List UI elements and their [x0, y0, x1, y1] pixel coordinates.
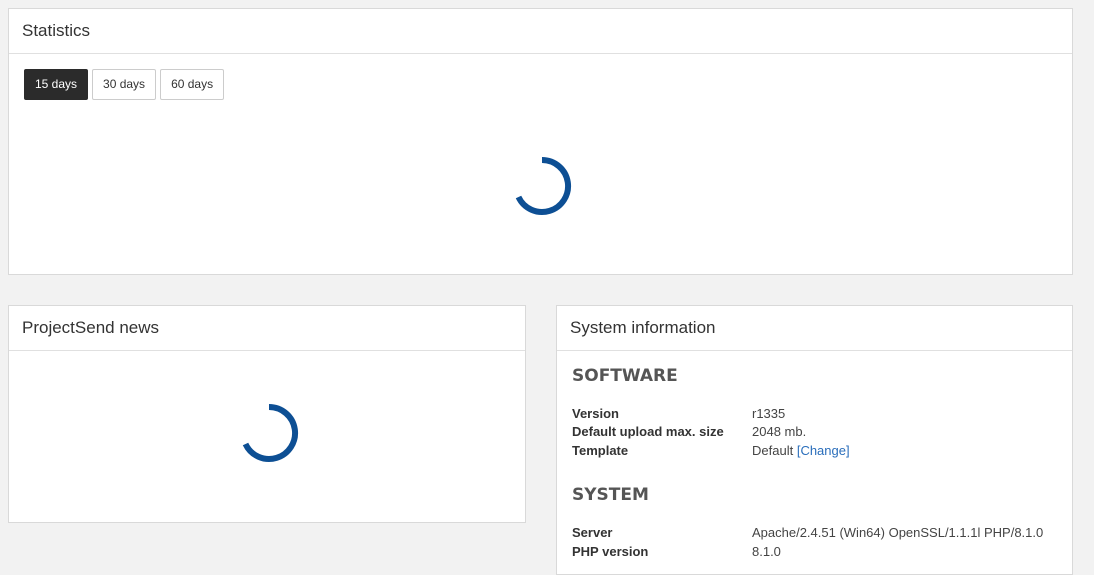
info-row-server: Server Apache/2.4.51 (Win64) OpenSSL/1.1…: [572, 523, 1062, 542]
info-value: 8.1.0: [752, 544, 781, 559]
info-row-php-version: PHP version 8.1.0: [572, 542, 1062, 561]
system-heading: SYSTEM: [572, 485, 649, 505]
info-row-version: Version r1335: [572, 404, 1062, 423]
info-value: Default: [752, 443, 794, 458]
info-value: r1335: [752, 406, 786, 421]
info-label: Template: [572, 443, 629, 458]
info-label: Default upload max. size: [572, 424, 724, 439]
news-panel: ProjectSend news: [8, 305, 526, 523]
loading-spinner-icon: [242, 403, 299, 462]
info-row-upload-size: Default upload max. size 2048 mb.: [572, 422, 1062, 441]
system-information-panel: System information SOFTWARE Version r133…: [556, 305, 1073, 575]
news-title: ProjectSend news: [9, 306, 525, 351]
info-value: 2048 mb.: [752, 424, 807, 439]
statistics-panel: Statistics 15 days 30 days 60 days: [8, 8, 1073, 275]
range-15-days-button[interactable]: 15 days: [24, 69, 89, 100]
loading-spinner-icon: [515, 156, 572, 215]
info-label: PHP version: [572, 544, 649, 559]
system-information-title: System information: [557, 306, 1072, 351]
info-label: Version: [572, 406, 619, 421]
software-heading: SOFTWARE: [572, 366, 678, 386]
change-template-link[interactable]: [Change]: [797, 443, 850, 458]
date-range-buttons: 15 days 30 days 60 days: [24, 69, 225, 100]
range-60-days-button[interactable]: 60 days: [160, 69, 225, 100]
info-row-template: Template Default [Change]: [572, 441, 1062, 460]
info-value: Apache/2.4.51 (Win64) OpenSSL/1.1.1l PHP…: [752, 525, 1044, 540]
statistics-title: Statistics: [9, 9, 1072, 54]
range-30-days-button[interactable]: 30 days: [92, 69, 157, 100]
info-label: Server: [572, 525, 613, 540]
